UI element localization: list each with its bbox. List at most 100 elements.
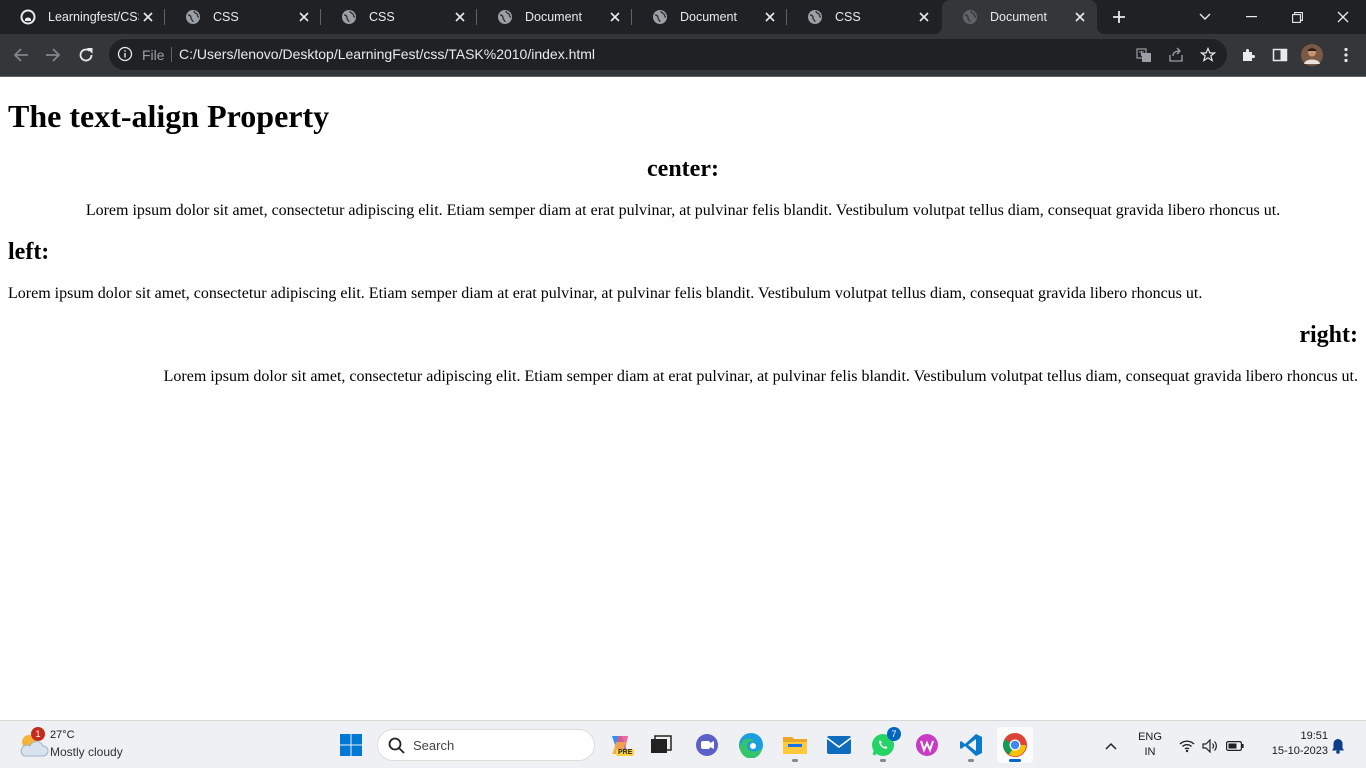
- wps-icon: [916, 734, 938, 756]
- github-icon: [20, 9, 36, 25]
- tab-title: Document: [525, 10, 582, 24]
- reload-button[interactable]: [70, 39, 102, 71]
- folder-icon: [783, 737, 807, 754]
- page-content: The text-align Property center: Lorem ip…: [0, 77, 1366, 720]
- weather-temperature: 27°C: [50, 729, 75, 741]
- close-tab-icon[interactable]: [915, 8, 933, 26]
- language-indicator[interactable]: ENG IN: [1134, 730, 1166, 760]
- close-tab-icon[interactable]: [451, 8, 469, 26]
- language-code: ENG: [1138, 731, 1162, 743]
- tab-css-2[interactable]: CSS: [321, 0, 477, 34]
- whatsapp-app[interactable]: 7: [865, 727, 901, 763]
- edge-icon: [739, 733, 763, 758]
- address-bar[interactable]: File C:/Users/lenovo/Desktop/LearningFes…: [109, 39, 1227, 70]
- close-tab-icon[interactable]: [606, 8, 624, 26]
- scheme-label: File: [142, 47, 165, 63]
- battery-icon[interactable]: [1226, 737, 1244, 755]
- globe-icon: [186, 10, 200, 24]
- reload-icon: [79, 48, 93, 62]
- close-window-button[interactable]: [1320, 0, 1366, 34]
- chrome-app[interactable]: [997, 727, 1033, 763]
- chevron-down-icon: [1199, 13, 1211, 20]
- wps-office-app[interactable]: [909, 727, 945, 763]
- tab-css-1[interactable]: CSS: [165, 0, 321, 34]
- keyboard-region: IN: [1144, 746, 1156, 758]
- tab-title: Document: [680, 10, 737, 24]
- vscode-app[interactable]: [953, 727, 989, 763]
- tab-title: Document: [990, 10, 1047, 24]
- globe-icon: [498, 10, 512, 24]
- globe-icon: [653, 10, 667, 24]
- file-explorer-app[interactable]: [777, 727, 813, 763]
- translate-icon[interactable]: [1134, 45, 1154, 65]
- clock[interactable]: 19:51 15-10-2023: [1256, 729, 1328, 761]
- info-icon[interactable]: [117, 46, 133, 62]
- tab-document-2[interactable]: Document: [632, 0, 787, 34]
- clock-date: 15-10-2023: [1271, 745, 1328, 757]
- notification-badge: 7: [887, 727, 901, 741]
- minimize-button[interactable]: [1228, 0, 1274, 34]
- restore-icon: [1291, 11, 1303, 23]
- section-text-left: Lorem ipsum dolor sit amet, consectetur …: [8, 285, 1203, 302]
- side-panel-button[interactable]: [1268, 43, 1292, 67]
- bookmark-star-icon[interactable]: [1198, 45, 1218, 65]
- weather-widget[interactable]: 1 27°C Mostly cloudy: [10, 721, 140, 768]
- tab-search-button[interactable]: [1182, 0, 1228, 34]
- section-heading-center: center:: [647, 156, 719, 182]
- teams-chat-app[interactable]: [689, 727, 725, 763]
- chrome-icon: [1003, 733, 1027, 757]
- section-heading-right: right:: [1299, 322, 1358, 348]
- section-text-center: Lorem ipsum dolor sit amet, consectetur …: [85, 202, 1281, 219]
- plus-icon: [1113, 11, 1125, 23]
- tab-document-active[interactable]: Document: [934, 0, 1105, 34]
- show-hidden-icons-button[interactable]: [1102, 737, 1120, 755]
- arrow-left-icon: [13, 48, 28, 62]
- close-tab-icon[interactable]: [761, 8, 779, 26]
- restore-button[interactable]: [1274, 0, 1320, 34]
- chrome-menu-button[interactable]: [1334, 43, 1358, 67]
- clock-time: 19:51: [1300, 730, 1328, 742]
- url-text[interactable]: C:/Users/lenovo/Desktop/LearningFest/css…: [179, 46, 595, 62]
- vscode-icon: [960, 734, 982, 756]
- globe-icon: [808, 10, 822, 24]
- task-view-app[interactable]: [643, 727, 679, 763]
- weather-alert-badge: 1: [31, 727, 45, 741]
- profile-button[interactable]: [1300, 43, 1324, 67]
- tab-document-1[interactable]: Document: [477, 0, 632, 34]
- globe-icon: [342, 10, 356, 24]
- volume-icon[interactable]: [1201, 737, 1219, 755]
- taskbar-search[interactable]: Search: [377, 729, 595, 761]
- divider: [171, 47, 172, 62]
- close-tab-icon[interactable]: [139, 8, 157, 26]
- wifi-icon[interactable]: [1178, 737, 1196, 755]
- share-icon[interactable]: [1166, 45, 1186, 65]
- start-button[interactable]: [333, 727, 369, 763]
- mail-app[interactable]: [821, 727, 857, 763]
- tab-title: CSS: [369, 10, 395, 24]
- close-tab-icon[interactable]: [1071, 8, 1089, 26]
- copilot-app[interactable]: PRE: [602, 727, 638, 763]
- running-indicator: [880, 759, 886, 762]
- close-tab-icon[interactable]: [295, 8, 313, 26]
- forward-button[interactable]: [37, 39, 69, 71]
- section-text-right: Lorem ipsum dolor sit amet, consectetur …: [163, 368, 1358, 385]
- edge-app[interactable]: [733, 727, 769, 763]
- tab-title: CSS: [213, 10, 239, 24]
- windows-logo-icon: [340, 734, 362, 756]
- notifications-bell-icon[interactable]: [1329, 737, 1347, 755]
- weather-description: Mostly cloudy: [50, 745, 123, 759]
- search-icon: [388, 737, 405, 754]
- chat-icon: [696, 734, 718, 756]
- page-title: The text-align Property: [8, 98, 330, 134]
- puzzle-icon: [1243, 49, 1255, 61]
- globe-icon: [963, 10, 977, 24]
- back-button[interactable]: [5, 39, 37, 71]
- extensions-button[interactable]: [1236, 43, 1260, 67]
- new-tab-button[interactable]: [1108, 6, 1130, 28]
- tab-learningfest[interactable]: Learningfest/CSS: [0, 0, 165, 34]
- tab-strip: Learningfest/CSS CSS CSS Document Docume…: [0, 0, 1366, 34]
- tab-css-3[interactable]: CSS: [787, 0, 941, 34]
- chevron-up-icon: [1105, 742, 1117, 750]
- more-vertical-icon: [1344, 47, 1348, 63]
- task-view-icon: [651, 735, 672, 753]
